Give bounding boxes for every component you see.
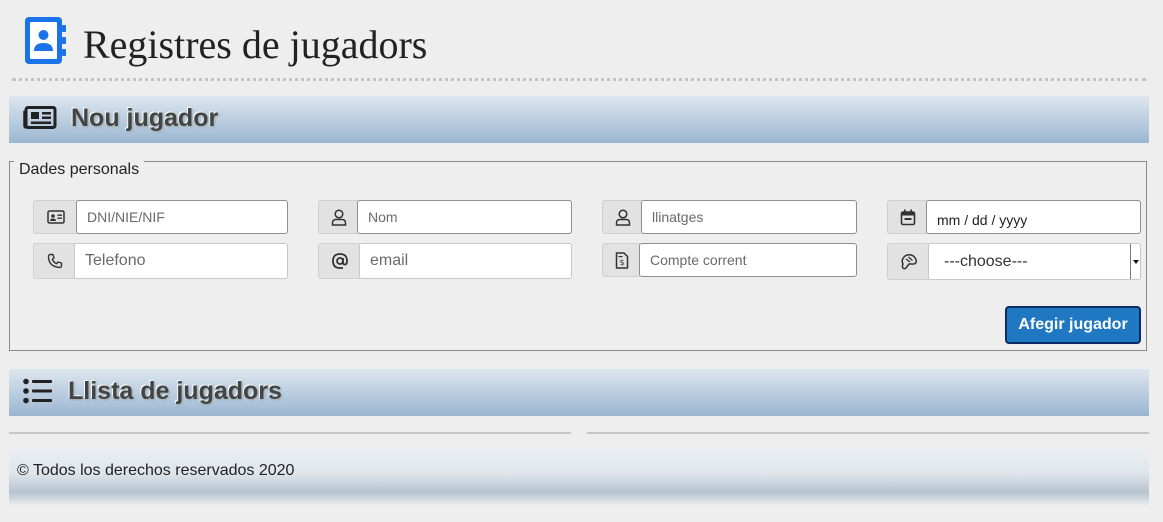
svg-text:$: $ (619, 258, 624, 267)
player-list-title: Llista de jugadors (68, 377, 282, 405)
divider-right (587, 432, 1149, 434)
dni-input[interactable] (76, 200, 288, 234)
position-select-value: ---choose--- (944, 252, 1028, 270)
position-field-group: ---choose--- (887, 243, 1141, 280)
divider-left (9, 432, 571, 434)
email-field-group (318, 243, 572, 279)
surname-input[interactable] (641, 200, 857, 234)
new-player-title: Nou jugador (71, 104, 219, 132)
invoice-icon: $ (602, 243, 640, 277)
account-input[interactable] (639, 243, 857, 277)
fieldset-legend: Dades personals (14, 161, 145, 179)
phone-field-group (33, 243, 288, 279)
name-input[interactable] (357, 200, 572, 234)
user-icon (602, 200, 642, 234)
name-field-group (318, 200, 572, 234)
address-book-icon (24, 16, 66, 71)
user-icon (318, 200, 358, 234)
phone-icon (33, 243, 75, 279)
add-player-button[interactable]: Afegir jugador (1005, 306, 1141, 344)
phone-input[interactable] (74, 243, 288, 279)
personal-data-fieldset: Dades personals mm / dd / yyyy (9, 161, 1147, 351)
position-select[interactable]: ---choose--- (928, 243, 1141, 280)
calendar-icon (887, 200, 927, 234)
new-player-section-header: Nou jugador (9, 96, 1149, 143)
footer-copyright: © Todos los derechos reservados 2020 (17, 462, 295, 479)
surname-field-group (602, 200, 857, 234)
account-field-group: $ (602, 243, 857, 277)
id-card-icon (33, 200, 77, 234)
birthdate-input[interactable]: mm / dd / yyyy (926, 200, 1141, 234)
goalkeeper-glove-icon (887, 243, 929, 280)
dni-field-group (33, 200, 288, 234)
email-input[interactable] (359, 243, 572, 279)
at-icon (318, 243, 360, 279)
chevron-down-icon (1130, 244, 1140, 279)
page-header: Registres de jugadors (12, 12, 1146, 81)
list-icon (23, 378, 53, 409)
birthdate-field-group: mm / dd / yyyy (887, 200, 1141, 234)
page-footer: © Todos los derechos reservados 2020 (9, 447, 1149, 505)
player-list-section-header: Llista de jugadors (9, 369, 1149, 416)
page-title: Registres de jugadors (83, 22, 428, 67)
newspaper-icon (23, 106, 57, 135)
